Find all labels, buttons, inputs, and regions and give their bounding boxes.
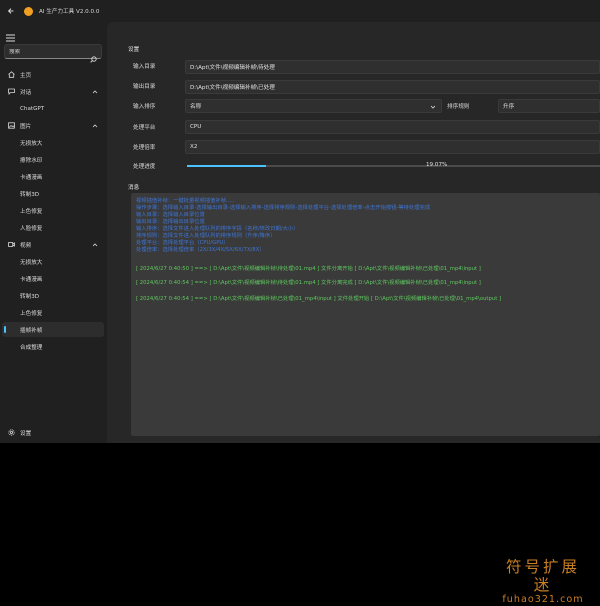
sort-rule-select[interactable]: 升序 xyxy=(498,99,600,113)
output-dir-input[interactable] xyxy=(190,84,599,90)
sidebar-item-image-upscale[interactable]: 无损放大 xyxy=(2,135,104,150)
sidebar-item-label: 转制3D xyxy=(20,191,40,198)
output-dir-label: 输出目录 xyxy=(133,84,156,90)
input-dir-input[interactable] xyxy=(190,64,599,70)
sidebar-item-label: 设置 xyxy=(20,430,32,437)
sidebar-item-label: 卡通漫画 xyxy=(20,174,43,181)
intro-line: 处理倍率：选择处理倍率（2X/3X/4X/5X/6X/7X/8X） xyxy=(136,247,265,253)
platform-select[interactable]: CPU xyxy=(185,120,600,134)
sidebar-item-video-3d[interactable]: 转制3D xyxy=(2,288,104,303)
sort-rule-label: 排序规则 xyxy=(447,104,470,110)
back-arrow-icon[interactable] xyxy=(2,0,20,22)
sidebar-item-label: 卡通漫画 xyxy=(20,276,43,283)
sidebar-item-label: 上色修复 xyxy=(20,208,43,215)
settings-title: 设置 xyxy=(128,47,140,53)
sidebar-item-home[interactable]: 主页 xyxy=(2,67,104,82)
gear-icon xyxy=(8,429,15,436)
sort-label: 输入排序 xyxy=(133,104,156,110)
sidebar-item-chatgpt[interactable]: ChatGPT xyxy=(2,101,104,116)
sidebar-item-label: ChatGPT xyxy=(20,105,45,112)
sidebar-item-image[interactable]: 图片 xyxy=(2,118,104,133)
input-dir-label: 输入目录 xyxy=(133,64,156,70)
search-input[interactable] xyxy=(9,48,90,55)
sidebar-item-image-cartoon[interactable]: 卡通漫画 xyxy=(2,169,104,184)
sort-select-value: 名称 xyxy=(190,104,202,110)
sidebar-item-image-3d[interactable]: 转制3D xyxy=(2,186,104,201)
messages-title: 消息 xyxy=(128,185,140,191)
progress-fill xyxy=(187,165,266,167)
home-icon xyxy=(8,71,15,78)
video-icon xyxy=(8,241,15,248)
platform-label: 处理平台 xyxy=(133,125,156,131)
platform-select-value: CPU xyxy=(190,124,202,130)
chevron-up-icon[interactable] xyxy=(92,123,98,129)
watermark-cn: 符号扩展迷 xyxy=(505,558,580,594)
search-icon[interactable] xyxy=(90,48,97,63)
watermark-en: fuhao321.com xyxy=(502,594,584,605)
app-logo-icon xyxy=(24,6,33,16)
chevron-up-icon[interactable] xyxy=(92,89,98,95)
input-dir-field xyxy=(185,60,600,74)
sidebar-item-compose[interactable]: 合成整理 xyxy=(2,339,104,354)
sidebar-item-label: 主页 xyxy=(20,72,32,79)
progress-percent: 19.07% xyxy=(426,162,448,168)
progress-label: 处理进度 xyxy=(133,164,156,170)
log-line: [ 2024/6/27 0:40:54 ] ==> [ D:\Apt\文件\视频… xyxy=(136,280,481,286)
rate-select[interactable]: X2 xyxy=(185,140,600,154)
chevron-up-icon[interactable] xyxy=(92,242,98,248)
chevron-down-icon xyxy=(430,104,436,110)
search-box xyxy=(4,44,102,63)
window-title: AI 生产力工具 V2.0.0.0 xyxy=(39,9,100,15)
sidebar-item-video-upscale[interactable]: 无损放大 xyxy=(2,254,104,269)
sidebar-item-image-colorize[interactable]: 上色修复 xyxy=(2,203,104,218)
sidebar-item-label: 转制3D xyxy=(20,293,40,300)
sidebar-item-video[interactable]: 视频 xyxy=(2,237,104,252)
rate-select-value: X2 xyxy=(190,144,198,150)
sidebar-item-face-restore[interactable]: 人脸修复 xyxy=(2,220,104,235)
sidebar-item-chat[interactable]: 对话 xyxy=(2,84,104,99)
sidebar-item-label: 擦除水印 xyxy=(20,157,43,164)
sidebar-item-video-cartoon[interactable]: 卡通漫画 xyxy=(2,271,104,286)
rate-label: 处理倍率 xyxy=(133,145,156,151)
sidebar: 主页 对话 ChatGPT 图片 无损放大 擦除水印 卡通漫画 转制3D 上色修… xyxy=(0,22,107,443)
sidebar-item-watermark-remove[interactable]: 擦除水印 xyxy=(2,152,104,167)
progress-bar xyxy=(187,165,600,167)
sort-select[interactable]: 名称 xyxy=(185,99,442,113)
sort-rule-select-value: 升序 xyxy=(503,104,515,110)
sidebar-item-video-colorize[interactable]: 上色修复 xyxy=(2,305,104,320)
sidebar-item-frame-interpolation[interactable]: 插帧补帧 xyxy=(2,322,104,337)
log-line: [ 2024/6/27 0:40:54 ] ==> [ D:\Apt\文件\视频… xyxy=(136,296,502,302)
sidebar-item-label: 无损放大 xyxy=(20,140,43,147)
sidebar-item-label: 合成整理 xyxy=(20,344,43,351)
log-line: [ 2024/6/27 0:40:50 ] ==> [ D:\Apt\文件\视频… xyxy=(136,266,481,272)
sidebar-item-label: 人脸修复 xyxy=(20,225,43,232)
sidebar-item-label: 插帧补帧 xyxy=(20,327,43,334)
chat-icon xyxy=(8,88,15,95)
sidebar-item-settings[interactable]: 设置 xyxy=(2,425,104,440)
sidebar-item-label: 视频 xyxy=(20,242,32,249)
hamburger-menu-icon[interactable] xyxy=(6,27,16,42)
sidebar-item-label: 上色修复 xyxy=(20,310,43,317)
sidebar-item-label: 对话 xyxy=(20,89,32,96)
active-indicator xyxy=(4,326,6,333)
sidebar-item-label: 图片 xyxy=(20,123,32,130)
output-dir-field xyxy=(185,80,600,94)
sidebar-item-label: 无损放大 xyxy=(20,259,43,266)
image-icon xyxy=(8,122,15,129)
watermark: 符号扩展迷 fuhao321.com xyxy=(497,558,589,606)
message-log[interactable]: 视频插值补帧：一键批量视频插值补帧..... 操作步骤：选择输入目录-选择输出目… xyxy=(131,193,600,436)
title-bar: AI 生产力工具 V2.0.0.0 xyxy=(0,0,600,22)
